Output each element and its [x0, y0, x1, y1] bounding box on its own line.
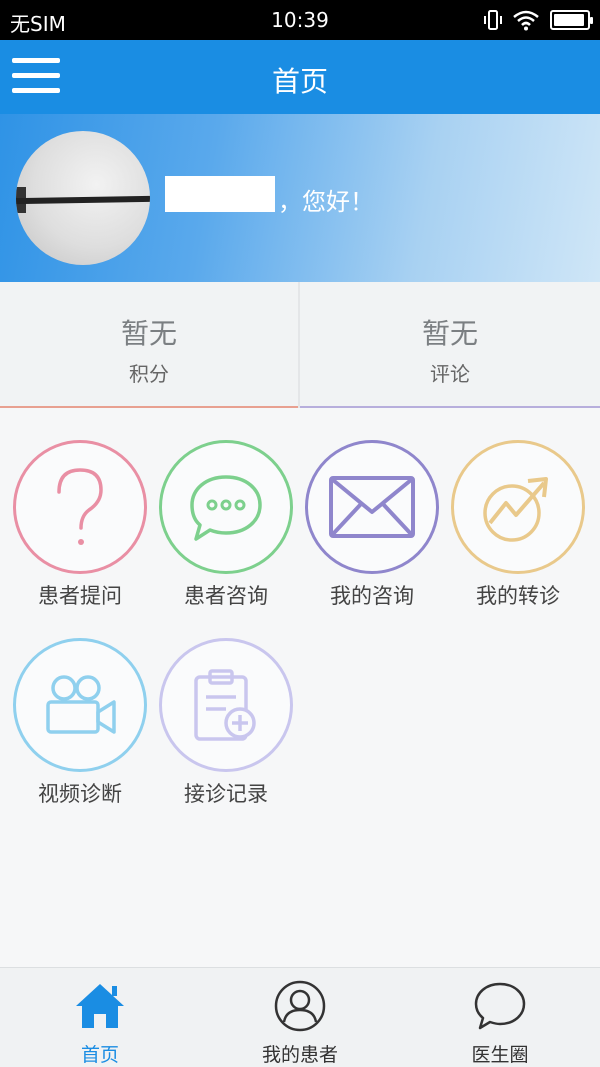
title-bar: 首页 — [0, 40, 600, 114]
video-camera-icon — [13, 638, 147, 772]
grid-my-referral[interactable]: 我的转诊 — [445, 440, 591, 610]
grid-patient-questions[interactable]: 患者提问 — [7, 440, 153, 610]
grid-label: 我的咨询 — [330, 584, 414, 608]
bottom-nav: 首页 我的患者 医生圈 — [0, 967, 600, 1067]
nav-home[interactable]: 首页 — [0, 968, 200, 1067]
nav-my-patients[interactable]: 我的患者 — [200, 968, 400, 1067]
avatar[interactable] — [16, 131, 150, 265]
stat-comments[interactable]: 暂无 评论 — [300, 282, 600, 408]
stat-comments-label: 评论 — [430, 362, 470, 386]
grid-patient-consult[interactable]: 患者咨询 — [153, 440, 299, 610]
username-redacted — [165, 176, 275, 212]
wifi-icon — [513, 10, 539, 31]
referral-arrow-icon — [451, 440, 585, 574]
chat-bubble-icon — [159, 440, 293, 574]
stats-panel: 暂无 积分 暂无 评论 — [0, 282, 600, 408]
page-title: 首页 — [271, 65, 328, 98]
nav-home-label: 首页 — [80, 1044, 119, 1066]
nav-doctor-circle[interactable]: 医生圈 — [400, 968, 600, 1067]
grid-label: 我的转诊 — [476, 584, 560, 608]
stat-comments-value: 暂无 — [421, 317, 478, 350]
grid-label: 接诊记录 — [184, 782, 268, 806]
stat-points[interactable]: 暂无 积分 — [0, 282, 298, 408]
stat-points-label: 积分 — [129, 362, 169, 386]
profile-banner: ，您好！ — [0, 114, 600, 282]
chat-icon — [474, 982, 526, 1030]
vibrate-icon — [484, 10, 502, 30]
status-bar: 无SIM 10:39 — [0, 0, 600, 40]
stat-points-value: 暂无 — [120, 317, 177, 350]
battery-icon — [550, 10, 593, 30]
clipboard-plus-icon — [159, 638, 293, 772]
envelope-icon — [305, 440, 439, 574]
grid-label: 患者提问 — [38, 584, 122, 608]
user-icon — [274, 980, 326, 1032]
nav-doctor-circle-label: 医生圈 — [471, 1044, 529, 1066]
battery-level — [554, 14, 585, 26]
question-icon — [13, 440, 147, 574]
grid-label: 视频诊断 — [38, 782, 122, 806]
nav-my-patients-label: 我的患者 — [261, 1044, 338, 1066]
grid-my-consult[interactable]: 我的咨询 — [299, 440, 445, 610]
grid-visit-records[interactable]: 接诊记录 — [153, 638, 299, 808]
greeting-text: ，您好！ — [278, 188, 374, 216]
system-icons — [484, 9, 593, 31]
grid-video-diagnosis[interactable]: 视频诊断 — [7, 638, 153, 808]
home-icon — [76, 984, 124, 1028]
grid-label: 患者咨询 — [184, 584, 268, 608]
